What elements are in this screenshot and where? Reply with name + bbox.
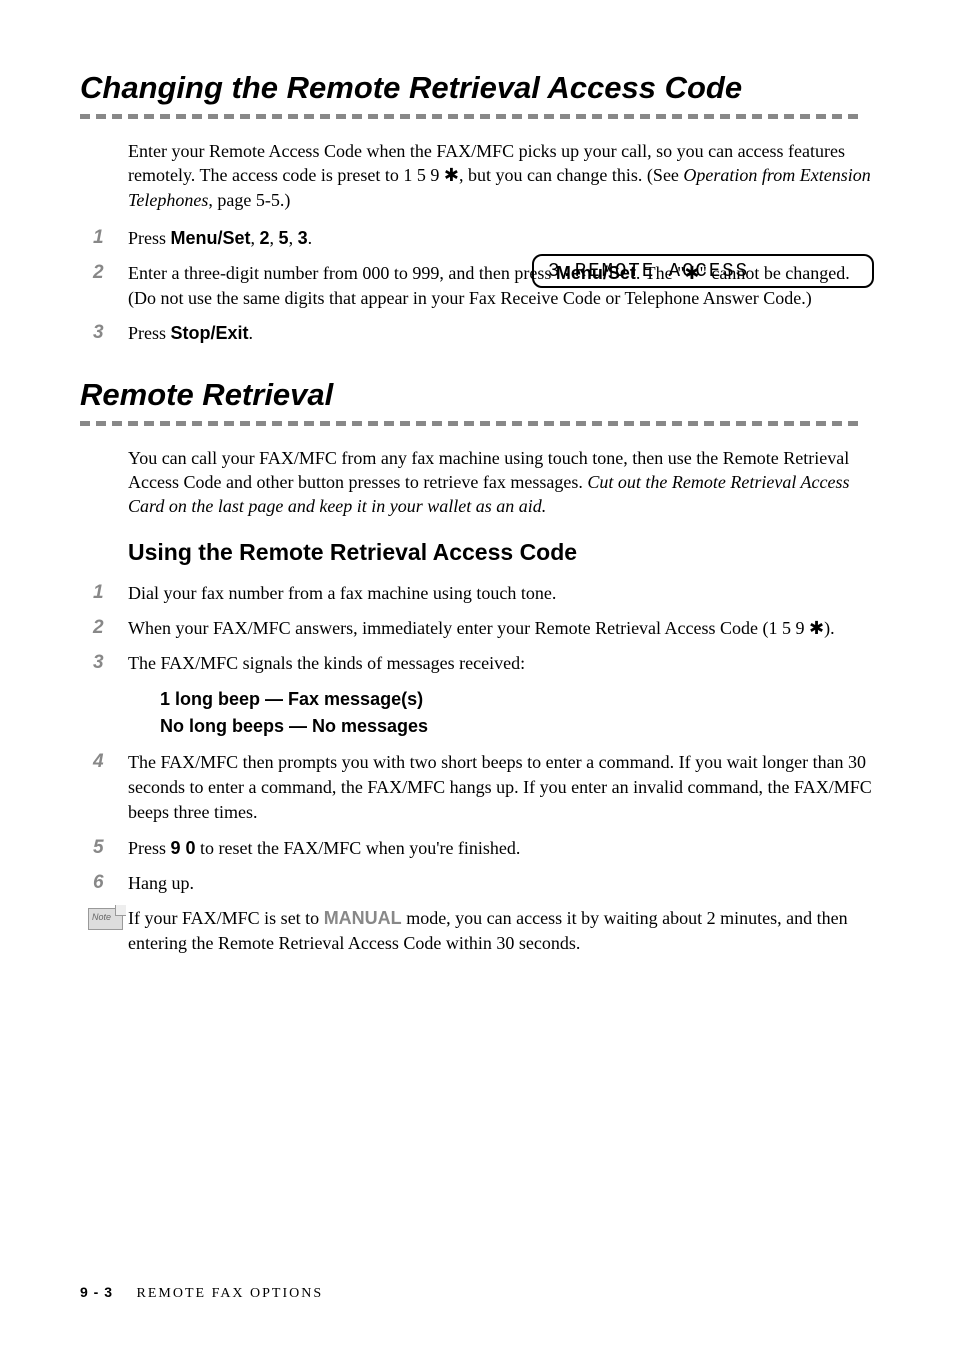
step-number: 3 bbox=[93, 321, 128, 346]
page-footer: 9 - 3 REMOTE FAX OPTIONS bbox=[80, 1284, 323, 1302]
intro-paragraph-2: You can call your FAX/MFC from any fax m… bbox=[128, 446, 874, 519]
text: . bbox=[249, 323, 254, 343]
step-text: Hang up. bbox=[128, 871, 874, 896]
procedure-list-2b: 4 The FAX/MFC then prompts you with two … bbox=[93, 750, 874, 896]
step-text: Press Stop/Exit. bbox=[128, 321, 874, 346]
text: Press bbox=[128, 323, 171, 343]
text: Enter a three-digit number from 000 to 9… bbox=[128, 263, 556, 283]
note-text: If your FAX/MFC is set to MANUAL mode, y… bbox=[128, 906, 874, 956]
step-number: 1 bbox=[93, 581, 128, 606]
step-text: When your FAX/MFC answers, immediately e… bbox=[128, 616, 874, 641]
step-3: 3 Press Stop/Exit. bbox=[93, 321, 874, 346]
step-number: 2 bbox=[93, 261, 128, 286]
beep-info-2: No long beeps — No messages bbox=[160, 713, 874, 740]
text: Press bbox=[128, 838, 171, 858]
step-2: 2 When your FAX/MFC answers, immediately… bbox=[93, 616, 874, 641]
divider bbox=[80, 421, 874, 426]
step-5: 5 Press 9 0 to reset the FAX/MFC when yo… bbox=[93, 836, 874, 861]
step-text: Press Menu/Set, 2, 5, 3. bbox=[128, 226, 874, 251]
step-1: 1 Press Menu/Set, 2, 5, 3. bbox=[93, 226, 874, 251]
text: . bbox=[308, 228, 313, 248]
section-title-remote-retrieval: Remote Retrieval bbox=[80, 377, 874, 413]
step-number: 1 bbox=[93, 226, 128, 251]
text: , bbox=[270, 228, 279, 248]
step-number: 2 bbox=[93, 616, 128, 641]
mode-label: MANUAL bbox=[324, 908, 402, 928]
beep-info-1: 1 long beep — Fax message(s) bbox=[160, 686, 874, 713]
text: , bbox=[251, 228, 260, 248]
step-number: 4 bbox=[93, 750, 128, 775]
divider bbox=[80, 114, 874, 119]
step-number: 6 bbox=[93, 871, 128, 896]
step-text: The FAX/MFC signals the kinds of message… bbox=[128, 651, 874, 676]
step-4: 4 The FAX/MFC then prompts you with two … bbox=[93, 750, 874, 826]
step-3: 3 The FAX/MFC signals the kinds of messa… bbox=[93, 651, 874, 676]
procedure-list-2: 1 Dial your fax number from a fax machin… bbox=[93, 581, 874, 677]
text: to reset the FAX/MFC when you're finishe… bbox=[196, 838, 521, 858]
chapter-name: REMOTE FAX OPTIONS bbox=[137, 1286, 324, 1301]
text: If your FAX/MFC is set to bbox=[128, 908, 324, 928]
subsection-title-using-code: Using the Remote Retrieval Access Code bbox=[128, 539, 874, 566]
key-label: 2 bbox=[260, 228, 270, 248]
note-block: If your FAX/MFC is set to MANUAL mode, y… bbox=[88, 906, 874, 956]
key-label: Stop/Exit bbox=[171, 323, 249, 343]
intro-paragraph: Enter your Remote Access Code when the F… bbox=[128, 139, 874, 212]
step-number: 5 bbox=[93, 836, 128, 861]
note-icon bbox=[88, 908, 123, 930]
key-label: 9 0 bbox=[171, 838, 196, 858]
step-text: Dial your fax number from a fax machine … bbox=[128, 581, 874, 606]
lcd-display: 3.REMOTE ACCESS bbox=[532, 254, 874, 288]
step-text: Press 9 0 to reset the FAX/MFC when you'… bbox=[128, 836, 874, 861]
text: Press bbox=[128, 228, 171, 248]
page-number: 9 - 3 bbox=[80, 1284, 113, 1300]
section-title-changing-code: Changing the Remote Retrieval Access Cod… bbox=[80, 70, 874, 106]
step-number: 3 bbox=[93, 651, 128, 676]
step-1: 1 Dial your fax number from a fax machin… bbox=[93, 581, 874, 606]
key-label: 3 bbox=[298, 228, 308, 248]
text: , bbox=[289, 228, 298, 248]
intro-text-2: , page 5-5.) bbox=[208, 190, 290, 210]
step-text: The FAX/MFC then prompts you with two sh… bbox=[128, 750, 874, 826]
key-label: Menu/Set bbox=[171, 228, 251, 248]
key-label: 5 bbox=[279, 228, 289, 248]
step-6: 6 Hang up. bbox=[93, 871, 874, 896]
